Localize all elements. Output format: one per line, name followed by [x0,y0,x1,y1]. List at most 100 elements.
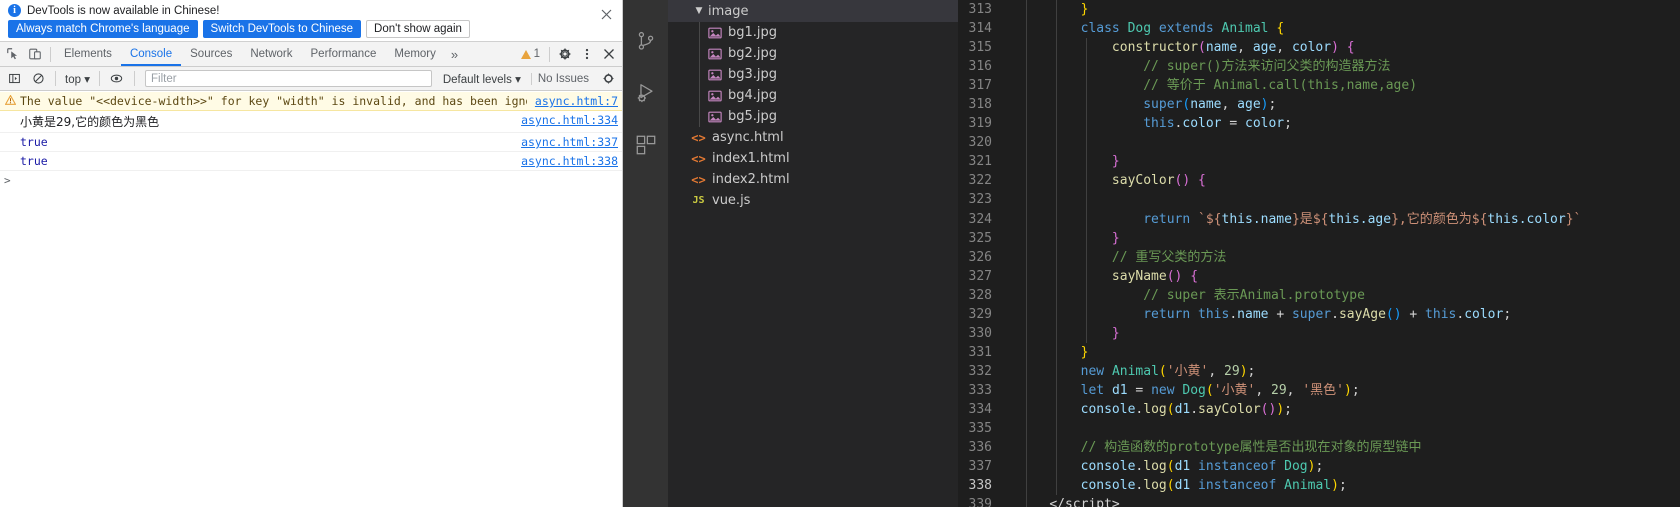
extensions-icon[interactable] [633,132,659,158]
infobar-button-row: Always match Chrome's language Switch De… [0,19,622,38]
code-line[interactable]: 313 } [958,0,1680,20]
devtools-panel: i DevTools is now available in Chinese! … [0,0,623,507]
tab-network[interactable]: Network [241,42,301,66]
tab-memory[interactable]: Memory [385,42,445,66]
file-label: index1.html [712,151,790,166]
code-line[interactable]: 337 console.log(d1 instanceof Dog); [958,457,1680,477]
code-line[interactable]: 335 [958,419,1680,439]
console-toolbar-divider-3 [133,71,135,86]
infobar-message-row: i DevTools is now available in Chinese! [0,3,622,19]
code-line[interactable]: 331 } [958,342,1680,362]
console-message-list[interactable]: The value "<<device-width>>" for key "wi… [0,92,622,507]
list-item[interactable]: bg5.jpg [668,106,958,127]
image-file-icon [706,26,723,40]
search-input[interactable]: Filter [144,70,432,87]
tab-performance[interactable]: Performance [302,42,386,66]
code-line[interactable]: 327 sayName() { [958,266,1680,286]
code-line[interactable]: 336 // 构造函数的prototype属性是否出现在对象的原型链中 [958,438,1680,458]
console-message-log[interactable]: true async.html:337 [0,133,622,152]
log-level-selector[interactable]: Default levels ▾ [438,72,526,86]
code-line[interactable]: 317 // 等价于 Animal.call(this,name,age) [958,76,1680,96]
vscode-window: ▼ image bg1.jpg bg2.jpg bg3.jpg bg4.jpg … [623,0,1680,507]
console-settings-gear-icon[interactable] [597,68,619,90]
code-line[interactable]: 339 </script> [958,495,1680,507]
execution-context-selector[interactable]: top ▾ [62,72,93,86]
status-badge[interactable]: 1 [516,48,545,60]
list-item[interactable]: bg2.jpg [668,43,958,64]
list-item[interactable]: JS vue.js [668,190,958,211]
file-label: bg3.jpg [728,67,778,82]
code-line[interactable]: 333 let d1 = new Dog('小黄', 29, '黑色'); [958,380,1680,400]
code-line[interactable]: 326 // 重写父类的方法 [958,247,1680,267]
code-line[interactable]: 324 return `${this.name}是${this.age},它的颜… [958,209,1680,229]
close-icon[interactable] [599,9,613,23]
chevron-double-right-icon[interactable]: » [445,47,464,62]
toolbar-divider-2 [549,46,550,62]
code-editor[interactable]: 313 } 314 class Dog extends Animal {315 c… [958,0,1680,507]
line-number: 335 [968,421,992,437]
kebab-menu-icon[interactable] [576,43,598,65]
line-number: 314 [968,21,992,37]
console-message-log[interactable]: 小黄是29,它的颜色为黑色 async.html:334 [0,111,622,133]
code-line[interactable]: 328 // super 表示Animal.prototype [958,285,1680,305]
tab-sources[interactable]: Sources [181,42,241,66]
run-and-debug-icon[interactable] [633,80,659,106]
list-item[interactable]: bg4.jpg [668,85,958,106]
code-line[interactable]: 323 [958,190,1680,210]
line-number: 326 [968,249,992,265]
code-line[interactable]: 315 constructor(name, age, color) { [958,38,1680,58]
live-expression-icon[interactable] [106,68,128,90]
list-item[interactable]: <> index1.html [668,148,958,169]
no-issues-button[interactable]: No Issues [530,72,595,85]
device-toolbar-icon[interactable] [24,43,46,65]
console-message-warning[interactable]: The value "<<device-width>>" for key "wi… [0,92,622,111]
code-line[interactable]: 338 console.log(d1 instanceof Animal); [958,476,1680,496]
console-message-text: 小黄是29,它的颜色为黑色 [20,115,160,129]
list-item[interactable]: <> index2.html [668,169,958,190]
line-number: 333 [968,382,992,398]
code-line[interactable]: 321 } [958,152,1680,172]
tab-elements[interactable]: Elements [55,42,121,66]
code-line[interactable]: 334 console.log(d1.sayColor()); [958,399,1680,420]
toolbar-divider [50,46,51,62]
source-control-icon[interactable] [633,28,659,54]
line-number: 332 [968,363,992,379]
console-message-log[interactable]: true async.html:338 [0,152,622,171]
console-input-row[interactable]: > [0,171,622,190]
gear-icon[interactable] [554,43,576,65]
explorer-sidebar: ▼ image bg1.jpg bg2.jpg bg3.jpg bg4.jpg … [668,0,958,507]
line-number: 338 [968,478,992,494]
code-line[interactable]: 314 class Dog extends Animal { [958,19,1680,39]
code-line[interactable]: 318 super(name, age); [958,95,1680,115]
console-source-link[interactable]: async.html:334 [513,113,618,127]
console-source-link[interactable]: async.html:337 [513,135,618,149]
always-match-language-button[interactable]: Always match Chrome's language [8,20,198,38]
code-line[interactable]: 316 // super()方法来访问父类的构造器方法 [958,57,1680,77]
list-item[interactable]: bg1.jpg [668,22,958,43]
line-number: 337 [968,459,992,475]
console-source-link[interactable]: async.html:338 [513,154,618,168]
code-line[interactable]: 332 new Animal('小黄', 29); [958,361,1680,381]
code-line[interactable]: 325 } [958,228,1680,248]
line-number: 313 [968,2,992,17]
clear-console-icon[interactable] [27,68,49,90]
folder-row-image[interactable]: ▼ image [668,0,958,22]
line-number: 330 [968,325,992,341]
code-line[interactable]: 329 return this.name + super.sayAge() + … [958,304,1680,324]
code-line[interactable]: 322 sayColor() { [958,171,1680,191]
code-line[interactable]: 330 } [958,323,1680,343]
list-item[interactable]: bg3.jpg [668,64,958,85]
console-sidebar-icon[interactable] [3,68,25,90]
tab-console[interactable]: Console [120,42,182,66]
console-source-link[interactable]: async.html:7 [527,94,618,108]
switch-to-chinese-button[interactable]: Switch DevTools to Chinese [202,20,362,38]
indent-guide [699,106,700,127]
code-line[interactable]: 320 [958,133,1680,153]
list-item[interactable]: <> async.html [668,127,958,148]
console-toolbar: top ▾ Filter Default levels ▾ No Issues [0,67,622,91]
dont-show-again-button[interactable]: Don't show again [366,20,470,38]
devtools-close-icon[interactable] [598,43,620,65]
code-line[interactable]: 319 this.color = color; [958,114,1680,134]
inspect-element-icon[interactable] [2,43,24,65]
image-file-icon [706,47,723,61]
